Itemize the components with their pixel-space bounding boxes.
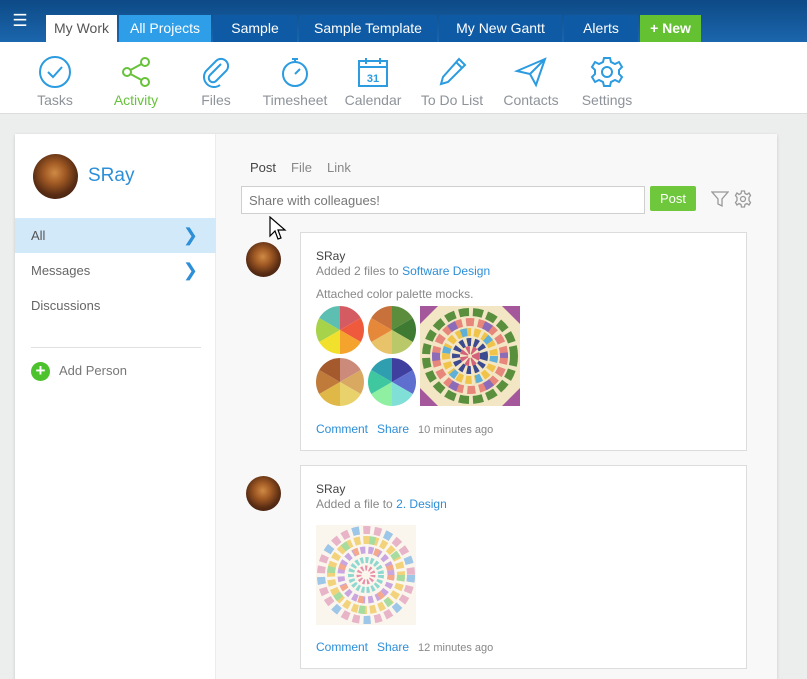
new-project-button[interactable]: + New xyxy=(640,15,701,42)
toolbar-label: Timesheet xyxy=(262,92,328,108)
plus-circle-icon: + xyxy=(31,362,50,381)
tab-sample-template[interactable]: Sample Template xyxy=(299,15,437,42)
toolbar-label: Contacts xyxy=(503,92,559,108)
toolbar-todo-list[interactable]: To Do List xyxy=(415,42,489,114)
toolbar-tasks[interactable]: Tasks xyxy=(20,42,90,114)
sidebar-divider xyxy=(31,347,201,348)
tab-my-new-gantt[interactable]: My New Gantt xyxy=(439,15,562,42)
activity-card: SRay All ❯ Messages ❯ Discussions + Add … xyxy=(15,134,777,679)
project-tabs: My Work All Projects Sample Sample Templ… xyxy=(46,15,703,42)
mouse-cursor-icon xyxy=(269,216,287,240)
post-actions: Comment Share 12 minutes ago xyxy=(316,640,493,654)
calendar-icon: 31 xyxy=(358,58,388,87)
toolbar-label: Calendar xyxy=(344,92,402,108)
sidebar-item-label: All xyxy=(31,228,46,243)
post-action-text: Added 2 files to xyxy=(316,264,399,278)
settings-gear-icon[interactable] xyxy=(734,190,752,208)
sidebar-item-label: Discussions xyxy=(31,298,101,313)
post-action-text: Added a file to xyxy=(316,497,393,511)
add-person-button[interactable]: + Add Person xyxy=(31,361,127,381)
share-input[interactable] xyxy=(241,186,645,214)
post-message: Attached color palette mocks. xyxy=(316,287,474,301)
stopwatch-icon xyxy=(282,58,308,87)
post-timestamp: 10 minutes ago xyxy=(418,424,494,436)
composer-tab-file[interactable]: File xyxy=(291,160,312,175)
color-wheels-thumbnail[interactable] xyxy=(316,306,416,406)
share-link[interactable]: Share xyxy=(377,422,409,436)
post-actions: Comment Share 10 minutes ago xyxy=(316,422,493,436)
toolbar-contacts[interactable]: Contacts xyxy=(496,42,566,114)
post-target-link[interactable]: 2. Design xyxy=(396,497,447,511)
comment-link[interactable]: Comment xyxy=(316,640,368,654)
sidebar-item-discussions[interactable]: Discussions xyxy=(15,288,216,323)
calendar-day-number: 31 xyxy=(367,73,379,85)
post-author[interactable]: SRay xyxy=(316,482,345,496)
post-timestamp: 12 minutes ago xyxy=(418,642,494,654)
activity-feed: Post File Link Post SRay Added 2 files t… xyxy=(216,134,777,679)
feed-post: SRay Added 2 files to Software Design At… xyxy=(300,232,747,451)
chevron-right-icon: ❯ xyxy=(182,225,198,245)
paper-plane-icon xyxy=(514,57,547,88)
sidebar-user-name[interactable]: SRay xyxy=(88,165,134,187)
paperclip-icon xyxy=(203,57,230,88)
tab-all-projects[interactable]: All Projects xyxy=(119,15,211,42)
user-avatar[interactable] xyxy=(33,154,78,199)
toolbar-activity[interactable]: Activity xyxy=(101,42,171,114)
comment-link[interactable]: Comment xyxy=(316,422,368,436)
toolbar-label: To Do List xyxy=(420,92,484,108)
filter-icon[interactable] xyxy=(711,190,729,208)
post-action: Added a file to 2. Design xyxy=(316,497,447,511)
toolbar-timesheet[interactable]: Timesheet xyxy=(259,42,331,114)
toolbar-label: Files xyxy=(201,92,231,108)
tab-my-work[interactable]: My Work xyxy=(46,15,117,42)
share-link[interactable]: Share xyxy=(377,640,409,654)
toolbar-label: Activity xyxy=(113,92,159,108)
activity-sidebar: SRay All ❯ Messages ❯ Discussions + Add … xyxy=(15,134,216,679)
post-author-avatar[interactable] xyxy=(246,242,281,277)
sidebar-item-all[interactable]: All ❯ xyxy=(15,218,216,253)
post-author[interactable]: SRay xyxy=(316,249,345,263)
post-author-avatar[interactable] xyxy=(246,476,281,511)
post-target-link[interactable]: Software Design xyxy=(402,264,490,278)
pastel-radial-thumbnail[interactable] xyxy=(316,525,416,625)
sidebar-item-label: Messages xyxy=(31,263,91,278)
gear-icon xyxy=(590,57,624,87)
composer-tab-post[interactable]: Post xyxy=(250,160,276,175)
toolbar-settings[interactable]: Settings xyxy=(572,42,642,114)
app-toolbar: Tasks Activity Files Timesheet 31 Calend… xyxy=(0,42,807,114)
toolbar-label: Tasks xyxy=(37,92,73,108)
toolbar-calendar[interactable]: 31 Calendar xyxy=(338,42,408,114)
chevron-right-icon: ❯ xyxy=(182,260,198,280)
post-button[interactable]: Post xyxy=(650,186,696,211)
top-nav-bar: ☰ My Work All Projects Sample Sample Tem… xyxy=(0,0,807,42)
share-nodes-icon xyxy=(122,57,150,87)
composer-tab-link[interactable]: Link xyxy=(327,160,351,175)
sidebar-item-messages[interactable]: Messages ❯ xyxy=(15,253,216,288)
pencil-icon xyxy=(439,57,467,86)
check-circle-icon xyxy=(39,56,71,88)
add-person-label: Add Person xyxy=(59,363,127,378)
post-action: Added 2 files to Software Design xyxy=(316,264,490,278)
hamburger-menu-icon[interactable]: ☰ xyxy=(9,12,31,29)
toolbar-files[interactable]: Files xyxy=(181,42,251,114)
tab-sample[interactable]: Sample xyxy=(213,15,297,42)
toolbar-label: Settings xyxy=(581,92,633,108)
feed-post: SRay Added a file to 2. Design Comment Sh… xyxy=(300,465,747,669)
tab-alerts[interactable]: Alerts xyxy=(564,15,638,42)
radial-palette-thumbnail[interactable] xyxy=(420,306,520,406)
